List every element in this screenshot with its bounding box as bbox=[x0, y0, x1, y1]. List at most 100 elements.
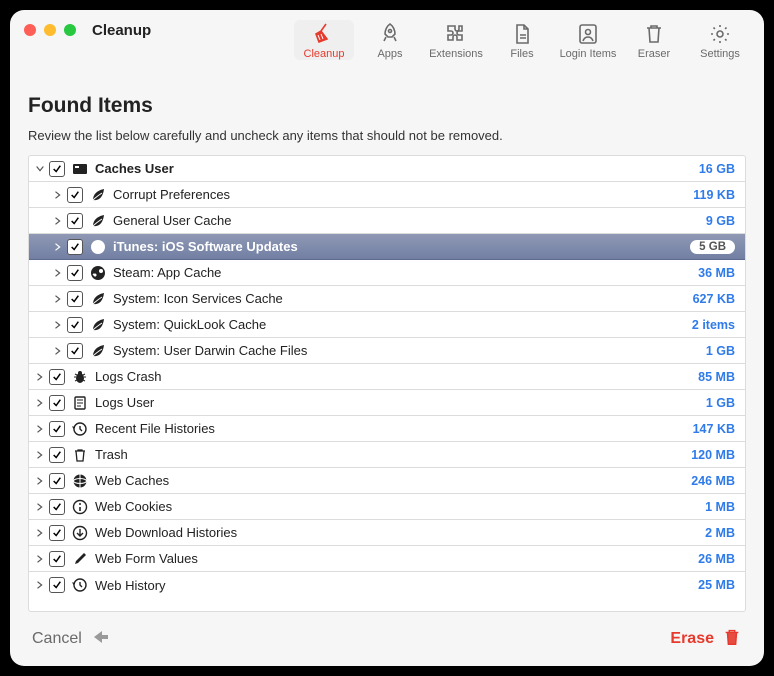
row-size: 1 MB bbox=[705, 500, 735, 514]
row-checkbox[interactable] bbox=[49, 499, 65, 515]
disclosure-triangle[interactable] bbox=[31, 164, 49, 174]
row-checkbox[interactable] bbox=[67, 239, 83, 255]
row-name: General User Cache bbox=[113, 213, 706, 228]
row-name: Web Form Values bbox=[95, 551, 698, 566]
rocket-icon bbox=[378, 22, 402, 46]
toolbar-label: Eraser bbox=[638, 48, 670, 60]
toolbar-extensions[interactable]: Extensions bbox=[426, 20, 486, 60]
list-row[interactable]: Steam: App Cache 36 MB bbox=[29, 260, 745, 286]
disclosure-triangle[interactable] bbox=[31, 580, 49, 590]
appstore-icon bbox=[89, 238, 107, 256]
row-checkbox[interactable] bbox=[49, 421, 65, 437]
row-name: Corrupt Preferences bbox=[113, 187, 693, 202]
disclosure-triangle[interactable] bbox=[31, 476, 49, 486]
row-checkbox[interactable] bbox=[67, 343, 83, 359]
toolbar-eraser[interactable]: Eraser bbox=[624, 20, 684, 60]
minimize-window-button[interactable] bbox=[44, 24, 56, 36]
list-row[interactable]: Trash 120 MB bbox=[29, 442, 745, 468]
row-name: Web Download Histories bbox=[95, 525, 705, 540]
row-checkbox[interactable] bbox=[67, 265, 83, 281]
toolbar-login-items[interactable]: Login Items bbox=[558, 20, 618, 60]
list-row[interactable]: Caches User 16 GB bbox=[29, 156, 745, 182]
pencil-icon bbox=[71, 550, 89, 568]
leaf-icon bbox=[89, 212, 107, 230]
page-description: Review the list below carefully and unch… bbox=[28, 128, 746, 143]
disclosure-triangle[interactable] bbox=[49, 320, 67, 330]
toolbar-label: Files bbox=[510, 48, 533, 60]
list-row[interactable]: System: Icon Services Cache 627 KB bbox=[29, 286, 745, 312]
toolbar-files[interactable]: Files bbox=[492, 20, 552, 60]
list-row[interactable]: Web History 25 MB bbox=[29, 572, 745, 598]
bug-icon bbox=[71, 368, 89, 386]
row-checkbox[interactable] bbox=[49, 369, 65, 385]
row-checkbox[interactable] bbox=[49, 577, 65, 593]
close-window-button[interactable] bbox=[24, 24, 36, 36]
info-icon bbox=[71, 498, 89, 516]
toolbar-label: Login Items bbox=[560, 48, 617, 60]
disclosure-triangle[interactable] bbox=[49, 216, 67, 226]
disclosure-triangle[interactable] bbox=[31, 528, 49, 538]
disclosure-triangle[interactable] bbox=[31, 450, 49, 460]
disclosure-triangle[interactable] bbox=[31, 398, 49, 408]
erase-button[interactable]: Erase bbox=[670, 627, 742, 652]
row-checkbox[interactable] bbox=[67, 213, 83, 229]
row-name: Logs User bbox=[95, 395, 706, 410]
row-name: iTunes: iOS Software Updates bbox=[113, 239, 690, 254]
disclosure-triangle[interactable] bbox=[31, 372, 49, 382]
toolbar-label: Extensions bbox=[429, 48, 483, 60]
history-icon bbox=[71, 576, 89, 594]
row-name: Web Cookies bbox=[95, 499, 705, 514]
row-size: 2 MB bbox=[705, 526, 735, 540]
cancel-button[interactable]: Cancel bbox=[32, 627, 110, 652]
toolbar-apps[interactable]: Apps bbox=[360, 20, 420, 60]
row-size: 5 GB bbox=[690, 240, 735, 254]
disclosure-triangle[interactable] bbox=[31, 424, 49, 434]
list-row[interactable]: System: QuickLook Cache 2 items bbox=[29, 312, 745, 338]
list-row[interactable]: Logs Crash 85 MB bbox=[29, 364, 745, 390]
toolbar-settings[interactable]: Settings bbox=[690, 20, 750, 60]
traffic-lights bbox=[24, 24, 76, 36]
back-arrow-icon bbox=[90, 627, 110, 652]
list-row[interactable]: Web Form Values 26 MB bbox=[29, 546, 745, 572]
list-row[interactable]: iTunes: iOS Software Updates 5 GB bbox=[29, 234, 745, 260]
list-row[interactable]: System: User Darwin Cache Files 1 GB bbox=[29, 338, 745, 364]
toolbar: Cleanup Apps Extensions Files Login Item… bbox=[294, 20, 750, 60]
disclosure-triangle[interactable] bbox=[31, 502, 49, 512]
disclosure-triangle[interactable] bbox=[31, 554, 49, 564]
row-checkbox[interactable] bbox=[67, 317, 83, 333]
toolbar-cleanup[interactable]: Cleanup bbox=[294, 20, 354, 60]
results-scroller[interactable]: Caches User 16 GB Corrupt Preferences 11… bbox=[29, 156, 745, 611]
row-checkbox[interactable] bbox=[67, 291, 83, 307]
steam-icon bbox=[89, 264, 107, 282]
page-heading: Found Items bbox=[28, 94, 746, 118]
list-row[interactable]: Logs User 1 GB bbox=[29, 390, 745, 416]
row-checkbox[interactable] bbox=[49, 395, 65, 411]
list-row[interactable]: Web Cookies 1 MB bbox=[29, 494, 745, 520]
leaf-icon bbox=[89, 186, 107, 204]
zoom-window-button[interactable] bbox=[64, 24, 76, 36]
disclosure-triangle[interactable] bbox=[49, 242, 67, 252]
row-checkbox[interactable] bbox=[49, 161, 65, 177]
row-checkbox[interactable] bbox=[49, 447, 65, 463]
disclosure-triangle[interactable] bbox=[49, 268, 67, 278]
puzzle-icon bbox=[444, 22, 468, 46]
leaf-icon bbox=[89, 316, 107, 334]
row-checkbox[interactable] bbox=[49, 551, 65, 567]
list-row[interactable]: Corrupt Preferences 119 KB bbox=[29, 182, 745, 208]
row-checkbox[interactable] bbox=[67, 187, 83, 203]
row-checkbox[interactable] bbox=[49, 525, 65, 541]
list-row[interactable]: General User Cache 9 GB bbox=[29, 208, 745, 234]
disclosure-triangle[interactable] bbox=[49, 190, 67, 200]
list-row[interactable]: Web Caches 246 MB bbox=[29, 468, 745, 494]
disclosure-triangle[interactable] bbox=[49, 346, 67, 356]
list-row[interactable]: Web Download Histories 2 MB bbox=[29, 520, 745, 546]
leaf-icon bbox=[89, 342, 107, 360]
list-row[interactable]: Recent File Histories 147 KB bbox=[29, 416, 745, 442]
row-name: Logs Crash bbox=[95, 369, 698, 384]
row-size: 26 MB bbox=[698, 552, 735, 566]
disclosure-triangle[interactable] bbox=[49, 294, 67, 304]
row-name: Trash bbox=[95, 447, 691, 462]
row-checkbox[interactable] bbox=[49, 473, 65, 489]
row-size: 16 GB bbox=[699, 162, 735, 176]
row-size: 85 MB bbox=[698, 370, 735, 384]
